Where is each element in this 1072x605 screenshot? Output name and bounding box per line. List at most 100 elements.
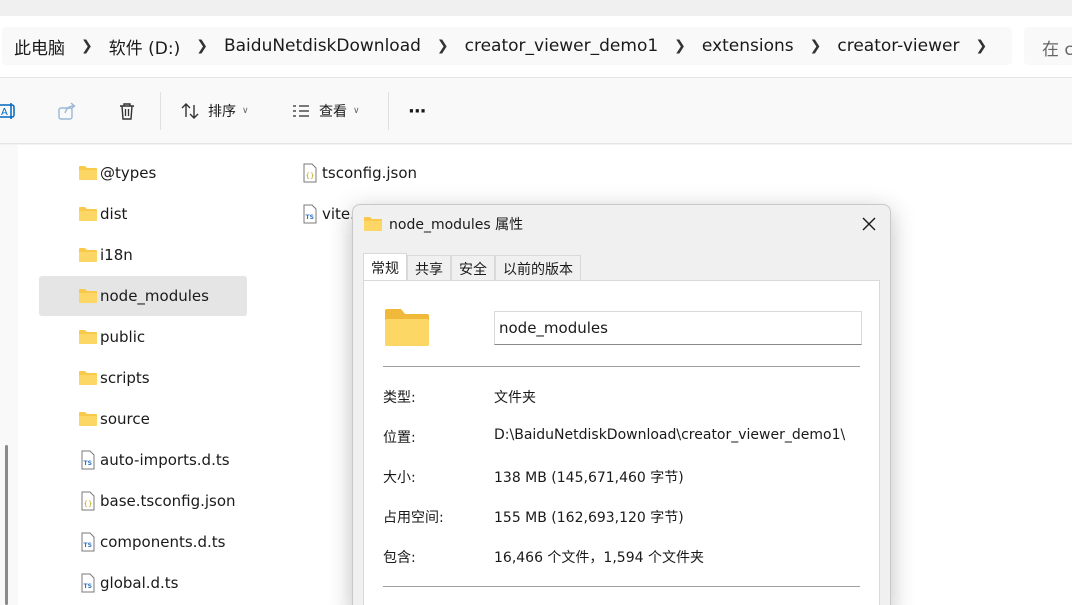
list-item[interactable]: scripts	[78, 358, 248, 398]
list-item[interactable]: {} tsconfig.json	[300, 153, 500, 193]
scrollbar-thumb[interactable]	[5, 445, 8, 605]
prop-key: 类型:	[383, 390, 416, 406]
chevron-down-icon: ∨	[242, 106, 249, 116]
list-item[interactable]: source	[78, 399, 248, 439]
large-folder-icon	[385, 309, 429, 346]
chevron-right-icon[interactable]: ❯	[437, 38, 449, 54]
list-item[interactable]: dist	[78, 194, 248, 234]
prop-value: 138 MB (145,671,460 字节)	[494, 470, 684, 486]
prop-row-type: 类型: 文件夹	[383, 387, 863, 409]
close-button[interactable]	[858, 213, 880, 235]
chevron-right-icon[interactable]: ❯	[810, 38, 822, 54]
breadcrumb-this-pc[interactable]: 此电脑	[14, 34, 65, 59]
list-item[interactable]: i18n	[78, 235, 248, 275]
list-item-label: auto-imports.d.ts	[100, 451, 230, 469]
prop-key: 大小:	[383, 470, 416, 486]
list-item[interactable]: {} base.tsconfig.json	[78, 481, 278, 521]
close-icon	[862, 217, 876, 231]
breadcrumb-extensions[interactable]: extensions	[702, 36, 794, 56]
breadcrumb-creator-viewer[interactable]: creator-viewer	[837, 36, 959, 56]
ts-file-icon: TS	[78, 532, 98, 552]
svg-text:TS: TS	[84, 460, 92, 467]
list-item[interactable]: TS auto-imports.d.ts	[78, 440, 278, 480]
folder-icon	[364, 217, 382, 231]
chevron-right-icon[interactable]: ❯	[674, 38, 686, 54]
list-item[interactable]: TS vite.	[300, 194, 360, 234]
chevron-right-icon[interactable]: ❯	[196, 38, 208, 54]
view-button[interactable]: 查看 ∨	[291, 98, 360, 124]
address-bar[interactable]: 此电脑 ❯ 软件 (D:) ❯ BaiduNetdiskDownload ❯ c…	[2, 27, 1012, 65]
window-top-strip	[0, 0, 1072, 16]
divider	[383, 586, 860, 587]
list-item-label: base.tsconfig.json	[100, 492, 236, 510]
list-item-label: components.d.ts	[100, 533, 226, 551]
svg-text:A: A	[1, 107, 8, 118]
dialog-tabs: 常规 共享 安全 以前的版本	[363, 253, 581, 281]
folder-icon	[78, 286, 98, 306]
list-item-label: node_modules	[100, 287, 209, 305]
list-item-label: dist	[100, 205, 128, 223]
tab-previous-versions[interactable]: 以前的版本	[495, 255, 581, 281]
json-file-icon: {}	[300, 163, 320, 183]
toolbar-separator	[160, 92, 161, 130]
more-options-button[interactable]: ···	[408, 98, 426, 124]
folder-name-field[interactable]	[494, 311, 862, 345]
list-item[interactable]: @types	[78, 153, 248, 193]
share-icon[interactable]	[56, 100, 78, 122]
svg-text:TS: TS	[84, 583, 92, 590]
divider	[383, 366, 860, 367]
tab-security[interactable]: 安全	[451, 255, 495, 281]
chevron-right-icon[interactable]: ❯	[975, 38, 987, 54]
ts-file-icon: TS	[300, 204, 320, 224]
prop-value: D:\BaiduNetdiskDownload\creator_viewer_d…	[494, 427, 846, 443]
sort-label: 排序	[208, 104, 236, 120]
list-item[interactable]: TS global.d.ts	[78, 563, 278, 603]
breadcrumb-creator-viewer-demo1[interactable]: creator_viewer_demo1	[465, 36, 659, 56]
prop-row-size: 大小: 138 MB (145,671,460 字节)	[383, 467, 863, 489]
dialog-title: node_modules 属性	[389, 217, 524, 233]
prop-value: 文件夹	[494, 390, 536, 406]
folder-icon	[78, 327, 98, 347]
rename-icon[interactable]: A	[0, 100, 18, 122]
sort-button[interactable]: 排序 ∨	[180, 98, 249, 124]
list-item-label: global.d.ts	[100, 574, 179, 592]
search-input[interactable]: 在 c	[1024, 27, 1072, 65]
breadcrumb-drive-d[interactable]: 软件 (D:)	[109, 34, 181, 59]
view-label: 查看	[319, 104, 347, 120]
list-item[interactable]: public	[78, 317, 248, 357]
prop-key: 包含:	[383, 550, 416, 566]
json-file-icon: {}	[78, 491, 98, 511]
list-item-label: public	[100, 328, 146, 346]
ts-file-icon: TS	[78, 573, 98, 593]
folder-icon	[78, 204, 98, 224]
address-region: 此电脑 ❯ 软件 (D:) ❯ BaiduNetdiskDownload ❯ c…	[0, 16, 1072, 78]
svg-text:{}: {}	[84, 500, 93, 508]
prop-value: 16,466 个文件，1,594 个文件夹	[494, 550, 704, 566]
folder-icon	[78, 245, 98, 265]
prop-value: 155 MB (162,693,120 字节)	[494, 510, 684, 526]
vertical-scrollbar[interactable]	[0, 145, 18, 605]
tab-sharing[interactable]: 共享	[407, 255, 451, 281]
prop-key: 位置:	[383, 430, 416, 446]
folder-icon	[78, 163, 98, 183]
svg-text:{}: {}	[306, 172, 315, 180]
command-bar: A 排序 ∨ 查看 ∨ ···	[0, 78, 1072, 144]
prop-key: 占用空间:	[383, 510, 444, 526]
general-tab-panel: 类型: 文件夹 位置: D:\BaiduNetdiskDownload\crea…	[363, 280, 880, 605]
sort-icon	[181, 103, 199, 119]
breadcrumb-baidunetdiskdownload[interactable]: BaiduNetdiskDownload	[224, 36, 421, 56]
list-item-label: tsconfig.json	[322, 164, 418, 182]
tab-general[interactable]: 常规	[363, 253, 407, 281]
svg-text:TS: TS	[84, 542, 92, 549]
chevron-right-icon[interactable]: ❯	[81, 38, 93, 54]
list-item-label: @types	[100, 164, 157, 182]
list-item-selected[interactable]: node_modules	[39, 276, 247, 316]
view-list-icon	[293, 105, 309, 117]
list-item-label: vite.	[322, 205, 355, 223]
dialog-title-bar[interactable]: node_modules 属性	[363, 213, 523, 235]
delete-icon[interactable]	[116, 100, 138, 122]
list-item-label: scripts	[100, 369, 150, 387]
toolbar-separator	[388, 92, 389, 130]
folder-icon	[78, 409, 98, 429]
list-item[interactable]: TS components.d.ts	[78, 522, 278, 562]
